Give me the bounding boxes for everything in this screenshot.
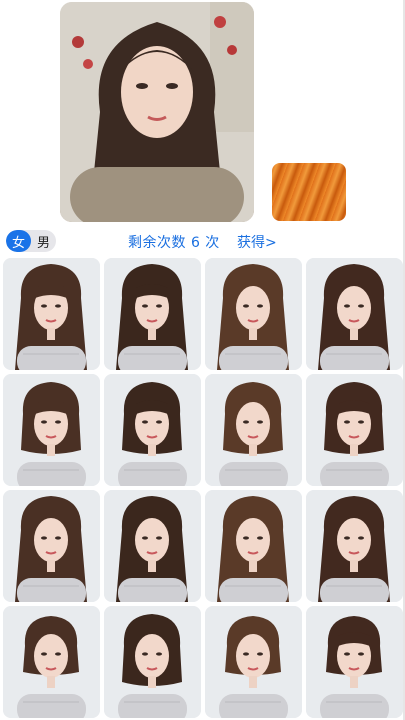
hairstyle-option[interactable]	[205, 606, 302, 718]
gender-female-option[interactable]: 女	[6, 230, 31, 252]
hairstyle-option[interactable]	[3, 490, 100, 602]
hairstyle-option[interactable]	[104, 606, 201, 718]
hair-color-swatch[interactable]	[272, 163, 346, 221]
hairstyle-option[interactable]	[205, 374, 302, 486]
hairstyle-option[interactable]	[3, 606, 100, 718]
hairstyle-option[interactable]	[104, 490, 201, 602]
get-more-link[interactable]: 获得>	[237, 232, 277, 252]
hairstyle-grid	[3, 258, 403, 720]
hairstyle-option[interactable]	[104, 258, 201, 370]
hairstyle-option[interactable]	[205, 490, 302, 602]
hairstyle-option[interactable]	[306, 606, 403, 718]
remaining-count-label: 剩余次数 6 次	[128, 235, 220, 251]
hairstyle-option[interactable]	[104, 374, 201, 486]
hairstyle-option[interactable]	[306, 258, 403, 370]
gender-toggle[interactable]: 女 男	[6, 230, 56, 252]
hairstyle-option[interactable]	[205, 258, 302, 370]
gender-male-option[interactable]: 男	[31, 230, 56, 252]
user-photo-preview	[60, 2, 254, 222]
hairstyle-option[interactable]	[306, 374, 403, 486]
hairstyle-option[interactable]	[3, 374, 100, 486]
hairstyle-option[interactable]	[306, 490, 403, 602]
hairstyle-option[interactable]	[3, 258, 100, 370]
